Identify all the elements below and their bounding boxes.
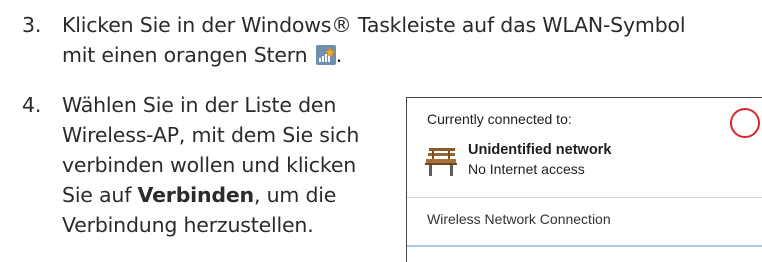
wifi-star-icon (315, 45, 336, 65)
step-line: Klicken Sie in der Windows® Taskleiste a… (62, 13, 686, 37)
step-text: Wählen Sie in der Liste den Wireless-AP,… (62, 90, 359, 240)
step-line: verbinden wollen und klicken (62, 153, 357, 177)
network-name[interactable]: Unidentified network (468, 142, 611, 158)
bench-network-icon (423, 146, 459, 178)
connect-keyword: Verbinden (137, 183, 255, 207)
step-line-text: Sie auf (62, 183, 138, 207)
popup-header: Currently connected to: (427, 111, 572, 127)
step-punct: . (335, 43, 343, 67)
network-popup: Currently connected to: Unidentified net… (406, 97, 762, 262)
step-line-text: , um die (253, 183, 337, 207)
step-line: Wählen Sie in der Liste den (62, 93, 337, 117)
step-number: 3. (22, 13, 42, 37)
step-line: Wireless-AP, mit dem Sie sich (62, 123, 360, 147)
wireless-section-label: Wireless Network Connection (427, 211, 611, 227)
divider (407, 245, 762, 247)
step-line: Sie auf Verbinden, um die (62, 180, 359, 210)
divider (407, 197, 762, 198)
highlight-circle (730, 108, 760, 138)
step-number: 4. (22, 93, 42, 117)
network-status: No Internet access (468, 161, 585, 177)
step-line-text: mit einen orangen Stern (62, 43, 308, 67)
step-line: Verbindung herzustellen. (62, 213, 314, 237)
step-line: mit einen orangen Stern . (62, 40, 685, 70)
step-text: Klicken Sie in der Windows® Taskleiste a… (62, 10, 686, 70)
